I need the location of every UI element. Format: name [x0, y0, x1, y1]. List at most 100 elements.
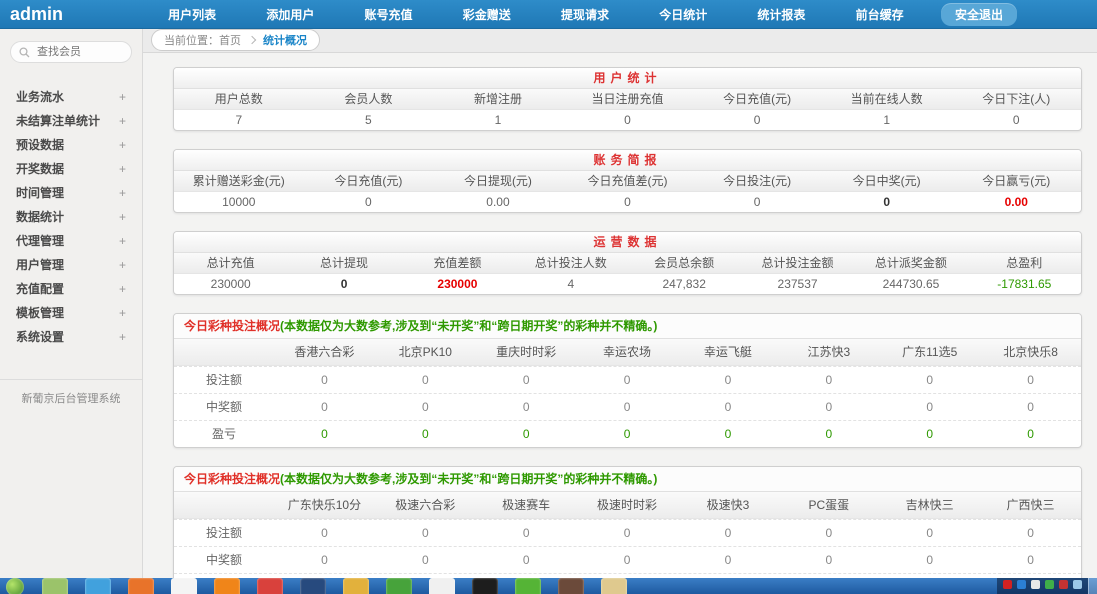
bet-row: 投注额00000000 [174, 519, 1081, 546]
expand-plus-icon: + [119, 325, 126, 349]
nav-item[interactable]: 账号充值 [365, 6, 413, 23]
sidebar: 业务流水+未结算注单统计+预设数据+开奖数据+时间管理+数据统计+代理管理+用户… [0, 28, 143, 578]
sidebar-item-label: 充值配置 [16, 277, 64, 301]
explorer-folder-icon[interactable] [601, 578, 627, 594]
column-header: 重庆时时彩 [476, 339, 577, 365]
avatar-photo-icon[interactable] [558, 578, 584, 594]
panel-title: 账务简报 [174, 150, 1081, 171]
cell-value: 0 [577, 547, 678, 573]
breadcrumb-home[interactable]: 首页 [219, 32, 241, 48]
qq-icon[interactable] [257, 578, 283, 594]
sidebar-item[interactable]: 模板管理+ [0, 301, 142, 325]
terminal-icon[interactable] [472, 578, 498, 594]
nav-item[interactable]: 彩金赠送 [463, 6, 511, 23]
sidebar-item[interactable]: 业务流水+ [0, 85, 142, 109]
ie-browser-icon[interactable] [85, 578, 111, 594]
sidebar-item[interactable]: 代理管理+ [0, 229, 142, 253]
sidebar-item-label: 系统设置 [16, 325, 64, 349]
cell-value: 0 [822, 192, 952, 212]
column-header: 今日赢亏(元) [951, 171, 1081, 191]
column-header: 极速六合彩 [375, 492, 476, 518]
cell-value: 0 [778, 421, 879, 447]
column-header: 总计充值 [174, 253, 287, 273]
expand-plus-icon: + [119, 133, 126, 157]
bet-panel-title: 今日彩种投注概况(本数据仅为大数参考,涉及到“未开奖”和“跨日期开奖”的彩种并不… [174, 314, 1081, 339]
nav-item[interactable]: 今日统计 [659, 6, 707, 23]
video-app-icon[interactable] [300, 578, 326, 594]
sidebar-item[interactable]: 数据统计+ [0, 205, 142, 229]
sidebar-item[interactable]: 系统设置 + [0, 325, 142, 349]
column-header: 会员人数 [304, 89, 434, 109]
desktop-screen: admin 用户列表添加用户账号充值彩金赠送提现请求今日统计统计报表前台缓存手机… [0, 0, 1097, 594]
panel-title: 用户统计 [174, 68, 1081, 89]
nav-item[interactable]: 添加用户 [266, 6, 314, 23]
firefox-icon[interactable] [128, 578, 154, 594]
wechat-icon[interactable] [515, 578, 541, 594]
column-header: 当前在线人数 [822, 89, 952, 109]
column-header: 今日充值(元) [304, 171, 434, 191]
search-icon [19, 47, 30, 58]
sogou-icon[interactable] [214, 578, 240, 594]
tray-green-icon[interactable] [1045, 580, 1054, 589]
sidebar-item-label: 时间管理 [16, 181, 64, 205]
cell-value: 0 [980, 394, 1081, 420]
stat-value-row: 23000002300004247,832237537244730.65-178… [174, 274, 1081, 294]
cell-value: 1 [433, 110, 563, 130]
cell-value: 0 [476, 367, 577, 393]
cell-value: 0 [577, 421, 678, 447]
stat-value-row: 7510010 [174, 110, 1081, 130]
sidebar-item[interactable]: 充值配置+ [0, 277, 142, 301]
show-desktop-button[interactable] [1088, 578, 1097, 594]
cell-value: 0 [879, 547, 980, 573]
logout-button[interactable]: 安全退出 [941, 3, 1017, 26]
cell-value: 0 [879, 421, 980, 447]
breadcrumb-bar: 当前位置：首页 统计概况 [143, 28, 1097, 53]
sidebar-item[interactable]: 开奖数据+ [0, 157, 142, 181]
expand-plus-icon: + [119, 109, 126, 133]
start-orb-icon[interactable] [6, 578, 24, 594]
expand-plus-icon: + [119, 85, 126, 109]
column-header: PC蛋蛋 [778, 492, 879, 518]
cell-value: 0 [375, 547, 476, 573]
stat-value-row: 1000000.000000.00 [174, 192, 1081, 212]
tray-network-icon[interactable] [1073, 580, 1082, 589]
cell-value: 0 [678, 367, 779, 393]
sidebar-item[interactable]: 用户管理+ [0, 253, 142, 277]
cell-value: 0 [563, 110, 693, 130]
column-header: 用户总数 [174, 89, 304, 109]
cell-value: 7 [174, 110, 304, 130]
brand-logo: admin [0, 4, 143, 25]
bet-header-row: 广东快乐10分极速六合彩极速赛车极速时时彩极速快3PC蛋蛋吉林快三广西快三 [174, 492, 1081, 519]
cell-value: 0 [274, 367, 375, 393]
cell-value: 0 [778, 394, 879, 420]
member-search-input[interactable] [35, 45, 123, 59]
tray-stock-icon[interactable] [1003, 580, 1012, 589]
column-header: 广东快乐10分 [274, 492, 375, 518]
column-header: 北京PK10 [375, 339, 476, 365]
tray-input-icon[interactable] [1031, 580, 1040, 589]
stat-panel: 运营数据总计充值总计提现充值差额总计投注人数会员总余额总计投注金额总计派奖金额总… [173, 231, 1082, 295]
nav-item[interactable]: 前台缓存 [856, 6, 904, 23]
cell-value: 0 [287, 274, 400, 294]
row-label: 中奖额 [174, 547, 274, 573]
foxit-reader-icon[interactable] [429, 578, 455, 594]
member-search-box [10, 41, 132, 63]
sidebar-item[interactable]: 未结算注单统计 + [0, 109, 142, 133]
folder-dreamweaver-icon[interactable] [42, 578, 68, 594]
sidebar-item-label: 模板管理 [16, 301, 64, 325]
stat-header-row: 总计充值总计提现充值差额总计投注人数会员总余额总计投注金额总计派奖金额总盈利 [174, 253, 1081, 274]
tray-help-icon[interactable] [1017, 580, 1026, 589]
chrome-icon[interactable] [343, 578, 369, 594]
cell-value: 0 [476, 394, 577, 420]
nav-item[interactable]: 提现请求 [561, 6, 609, 23]
media-player-icon[interactable] [386, 578, 412, 594]
tray-alert-icon[interactable] [1059, 580, 1068, 589]
pin-app-icon[interactable] [171, 578, 197, 594]
bet-row: 中奖额00000000 [174, 393, 1081, 420]
nav-item[interactable]: 统计报表 [757, 6, 805, 23]
nav-item[interactable]: 用户列表 [168, 6, 216, 23]
sidebar-item-label: 未结算注单统计 [16, 109, 100, 133]
column-header: 广东11选5 [879, 339, 980, 365]
sidebar-item[interactable]: 时间管理+ [0, 181, 142, 205]
sidebar-item[interactable]: 预设数据+ [0, 133, 142, 157]
